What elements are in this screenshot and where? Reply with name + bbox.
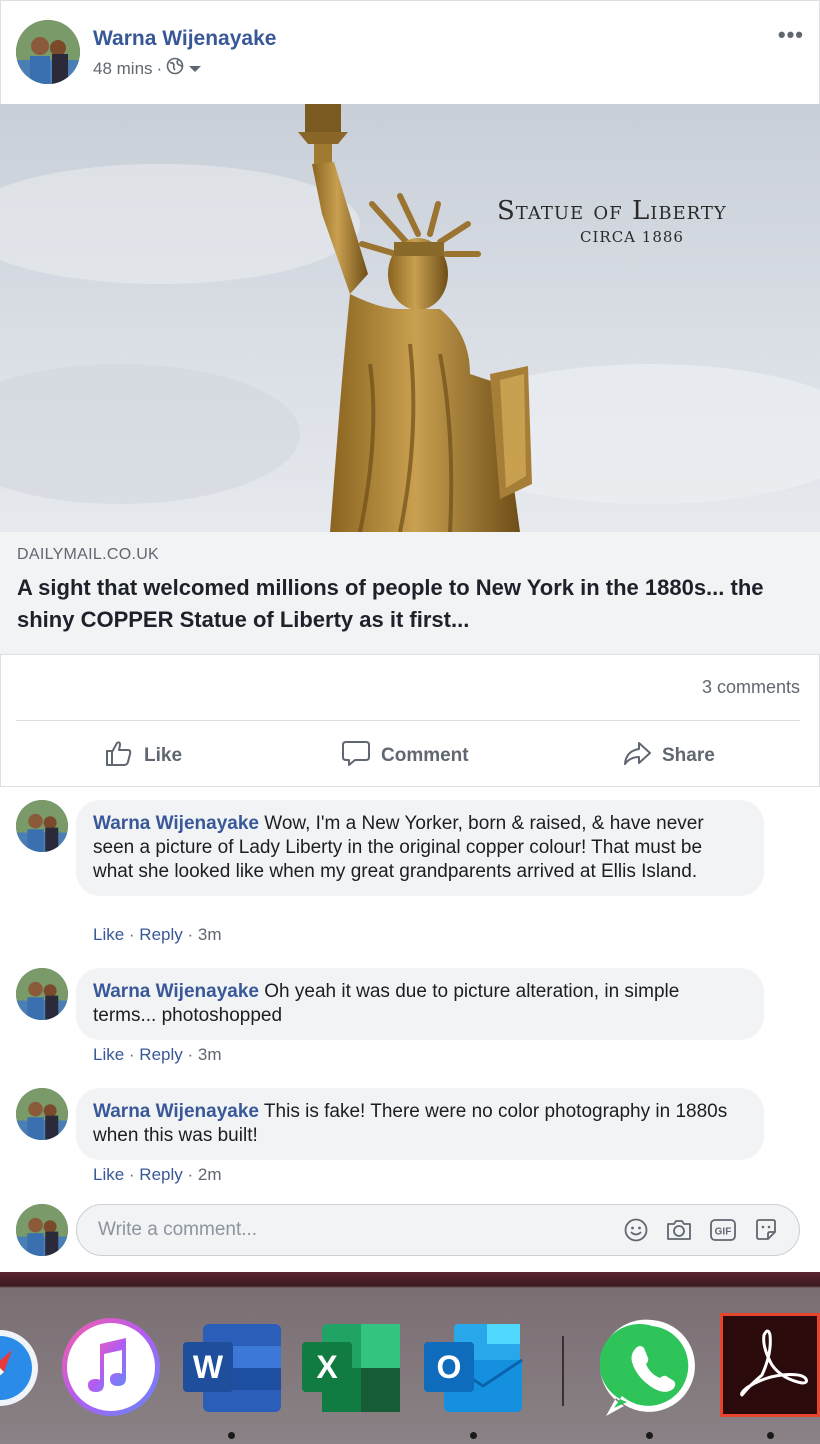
comment-button[interactable]: Comment [341,738,469,774]
post-header: Warna Wijenayake 48 mins · ••• [0,0,820,104]
share-label: Share [662,745,715,766]
running-indicator [470,1432,477,1439]
comment-like-link[interactable]: Like [93,1045,124,1064]
post-time[interactable]: 48 mins [93,59,153,79]
photo-caption-subtitle: CIRCA 1886 [580,228,684,246]
comment-bubble: Warna Wijenayake Wow, I'm a New Yorker, … [76,800,764,896]
gif-icon[interactable]: GIF [709,1217,737,1248]
comment-bubble-icon [341,738,371,774]
comment-reply-link[interactable]: Reply [139,925,182,944]
comment-actions: Like · Reply · 2m [93,1165,222,1184]
excel-icon[interactable]: X [302,1324,402,1419]
safari-icon[interactable] [0,1316,40,1425]
comment-like-link[interactable]: Like [93,1165,124,1184]
comment-time[interactable]: 2m [198,1165,222,1184]
share-button[interactable]: Share [622,738,715,774]
post-actions: Like Comment Share [0,722,820,786]
thumbs-up-icon [104,738,134,774]
word-letter: W [193,1349,224,1385]
link-title[interactable]: A sight that welcomed millions of people… [17,572,797,636]
post-meta: 48 mins · [93,57,202,80]
comment-bubble: Warna Wijenayake Oh yeah it was due to p… [76,968,764,1040]
like-label: Like [144,745,183,766]
author-avatar[interactable] [16,20,80,84]
word-icon[interactable]: W [183,1324,283,1419]
composer-icons: GIF [623,1217,779,1248]
comment-like-link[interactable]: Like [93,925,124,944]
commenter-name[interactable]: Warna Wijenayake [93,813,259,834]
running-indicator [228,1432,235,1439]
comment-actions: Like · Reply · 3m [93,1045,222,1064]
outlook-letter: O [437,1349,462,1385]
emoji-icon[interactable] [623,1217,649,1248]
link-preview[interactable]: DAILYMAIL.CO.UK A sight that welcomed mi… [0,532,820,655]
globe-icon[interactable] [166,57,184,80]
composer-avatar[interactable] [16,1204,68,1256]
comment-placeholder: Write a comment... [98,1219,258,1240]
whatsapp-icon[interactable] [599,1316,704,1425]
commenter-name[interactable]: Warna Wijenayake [93,981,259,1002]
gif-icon-label: GIF [715,1227,732,1238]
author-name[interactable]: Warna Wijenayake [93,27,276,51]
comment-count[interactable]: 3 comments [702,677,800,698]
post-photo[interactable]: Statue of Liberty CIRCA 1886 [0,104,820,532]
comment-label: Comment [381,745,469,766]
comment-time[interactable]: 3m [198,925,222,944]
commenter-avatar[interactable] [16,1088,68,1140]
like-button[interactable]: Like [104,738,182,774]
comment-input[interactable]: Write a comment... GIF [76,1204,800,1256]
comment-actions: Like · Reply · 3m [93,925,222,944]
meta-separator: · [156,58,163,78]
post-card: Warna Wijenayake 48 mins · ••• Statue of… [0,0,820,1272]
sticker-icon[interactable] [753,1217,779,1248]
link-domain: DAILYMAIL.CO.UK [17,546,160,563]
comment-reply-link[interactable]: Reply [139,1045,182,1064]
comment-bubble: Warna Wijenayake This is fake! There wer… [76,1088,764,1160]
photo-caption-title: Statue of Liberty [497,196,727,226]
comment-time[interactable]: 3m [198,1045,222,1064]
acrobat-icon[interactable] [720,1313,820,1422]
divider [16,720,800,721]
comment-reply-link[interactable]: Reply [139,1165,182,1184]
more-options-button[interactable]: ••• [778,22,804,48]
outlook-icon[interactable]: O [424,1324,524,1419]
privacy-dropdown-icon[interactable] [188,59,202,79]
itunes-icon[interactable] [60,1316,162,1423]
dock-separator [562,1336,564,1406]
commenter-avatar[interactable] [16,800,68,852]
running-indicator [646,1432,653,1439]
excel-letter: X [316,1349,338,1385]
macos-dock: W X O [0,1272,820,1444]
statue-photo [0,104,820,532]
running-indicator [767,1432,774,1439]
camera-icon[interactable] [665,1217,693,1248]
share-arrow-icon [622,738,652,774]
commenter-avatar[interactable] [16,968,68,1020]
commenter-name[interactable]: Warna Wijenayake [93,1101,259,1122]
